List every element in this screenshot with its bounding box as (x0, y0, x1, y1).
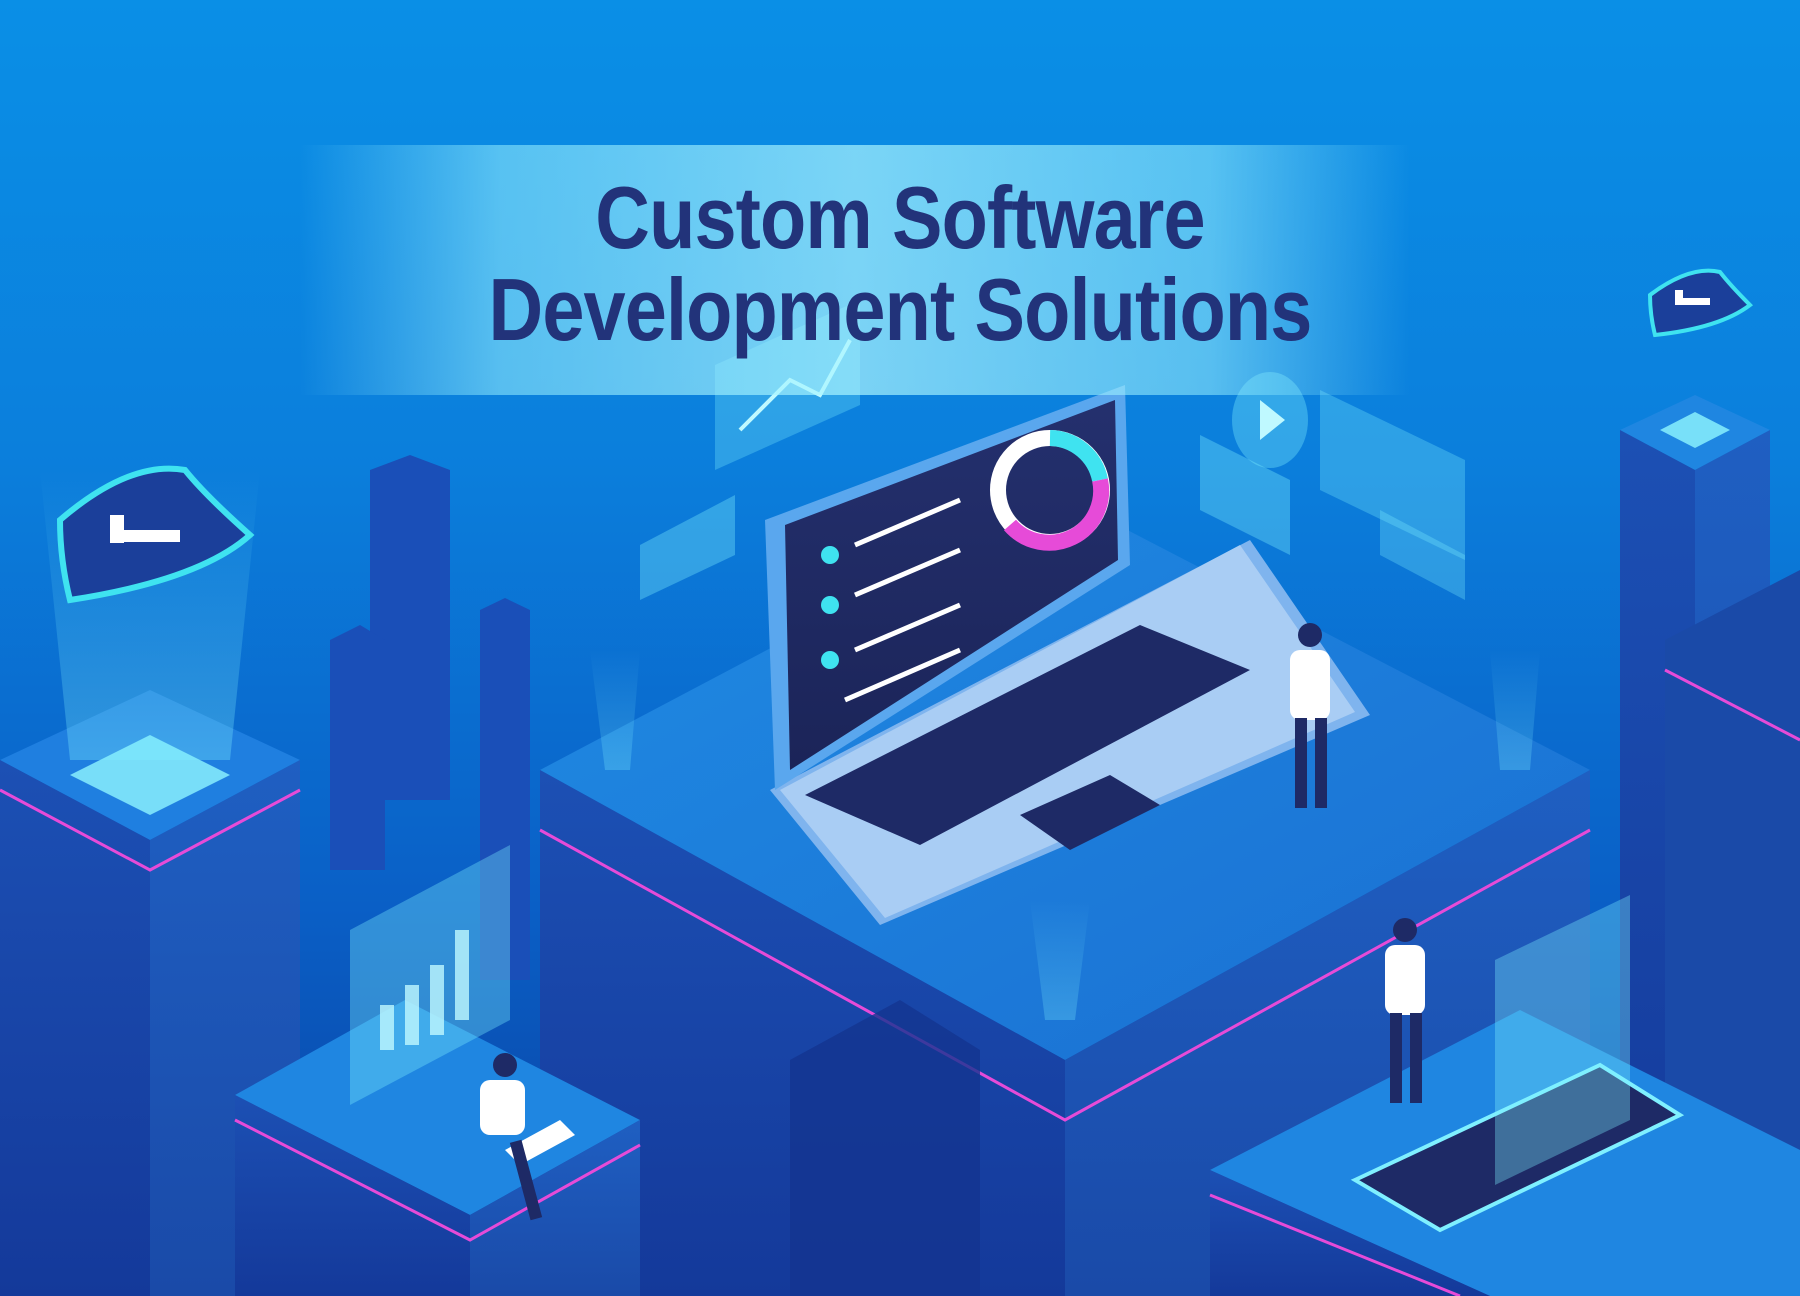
message-panel (640, 495, 735, 600)
info-panel (1320, 390, 1465, 600)
title-line-1: Custom Software (595, 168, 1205, 267)
title-line-2: Development Solutions (488, 260, 1313, 359)
page-title: Custom Software Development Solutions (0, 172, 1800, 356)
